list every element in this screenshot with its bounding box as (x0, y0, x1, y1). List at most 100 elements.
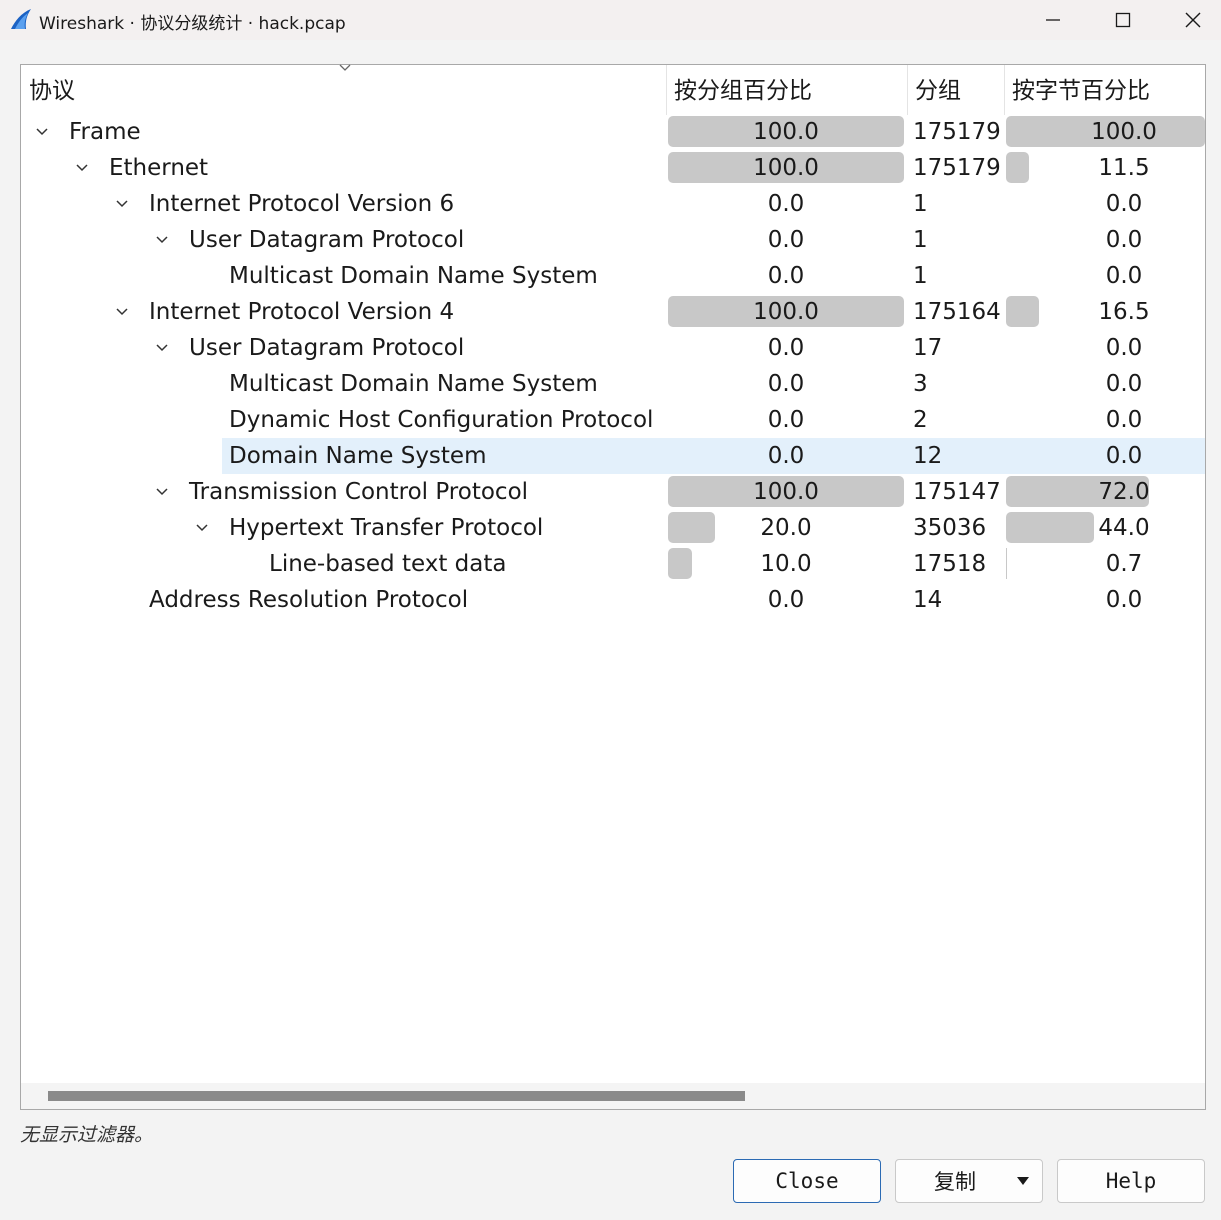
help-button[interactable]: Help (1057, 1159, 1205, 1203)
close-button-label: Close (775, 1169, 839, 1193)
window-title: Wireshark · 协议分级统计 · hack.pcap (39, 14, 346, 34)
chevron-down-icon[interactable] (154, 484, 170, 500)
percent-packets-value: 100.0 (753, 299, 819, 325)
percent-bytes-value: 0.0 (1105, 587, 1143, 613)
percent-packets-value: 20.0 (760, 515, 812, 541)
percent-packets-value: 100.0 (753, 479, 819, 505)
help-button-label: Help (1105, 1169, 1157, 1193)
percent-packets-value: 0.0 (767, 371, 805, 397)
title-bar: Wireshark · 协议分级统计 · hack.pcap (0, 0, 1221, 40)
percent-bytes-value: 0.7 (1105, 551, 1143, 577)
packet-count: 2 (913, 407, 928, 433)
dropdown-caret-icon[interactable] (1016, 1176, 1030, 1186)
percent-bytes-value: 0.0 (1105, 335, 1143, 361)
protocol-name: Dynamic Host Configuration Protocol (229, 407, 654, 433)
percent-packets-value: 0.0 (767, 263, 805, 289)
packet-count: 1 (913, 227, 928, 253)
chevron-down-icon[interactable] (114, 196, 130, 212)
close-window-button[interactable] (1158, 0, 1221, 40)
tree-row[interactable]: Multicast Domain Name System 0.0 3 0.0 (21, 366, 1205, 402)
percent-bytes-value: 72.0 (1098, 479, 1150, 505)
chevron-down-icon[interactable] (154, 340, 170, 356)
percent-bytes-value: 0.0 (1105, 371, 1143, 397)
percent-bytes-value: 11.5 (1098, 155, 1150, 181)
percent-bytes-value: 100.0 (1091, 119, 1157, 145)
tree-row[interactable]: Internet Protocol Version 6 0.0 1 0.0 (21, 186, 1205, 222)
percent-packets-value: 0.0 (767, 227, 805, 253)
percent-bytes-value: 0.0 (1105, 263, 1143, 289)
percent-packets-value: 0.0 (767, 335, 805, 361)
packet-count: 17 (913, 335, 943, 361)
percent-bytes-value: 0.0 (1105, 443, 1143, 469)
tree-row[interactable]: Internet Protocol Version 4 100.0 175164 16… (21, 294, 1205, 330)
percent-packets-value: 10.0 (760, 551, 812, 577)
protocol-name: User Datagram Protocol (189, 335, 465, 361)
protocol-name: Frame (69, 119, 141, 145)
packet-count: 17518 (913, 551, 987, 577)
chevron-down-icon[interactable] (74, 160, 90, 176)
tree-row[interactable]: Address Resolution Protocol 0.0 14 0.0 (21, 582, 1205, 618)
tree-row[interactable]: Line-based text data 10.0 17518 0.7 (21, 546, 1205, 582)
percent-bytes-value: 0.0 (1105, 191, 1143, 217)
column-header-packets[interactable]: 分组 (907, 65, 1005, 115)
maximize-button[interactable] (1088, 0, 1158, 40)
chevron-down-icon[interactable] (34, 124, 50, 140)
packet-count: 175179 (913, 155, 1001, 181)
protocol-name: Line-based text data (269, 551, 507, 577)
protocol-name: Internet Protocol Version 4 (149, 299, 455, 325)
percent-packets-value: 100.0 (753, 119, 819, 145)
packet-count: 14 (913, 587, 943, 613)
column-header-percent-bytes[interactable]: 按字节百分比 (1004, 65, 1204, 115)
copy-button[interactable]: 复制 (895, 1159, 1043, 1203)
protocol-name: Multicast Domain Name System (229, 263, 598, 289)
maximize-icon (1115, 12, 1131, 28)
chevron-down-icon[interactable] (154, 232, 170, 248)
column-header-percent-packets[interactable]: 按分组百分比 (666, 65, 907, 115)
packet-count: 175164 (913, 299, 1001, 325)
percent-packets-value: 100.0 (753, 155, 819, 181)
tree-row[interactable]: Ethernet 100.0 175179 11.5 (21, 150, 1205, 186)
packet-count: 1 (913, 263, 928, 289)
horizontal-scrollbar[interactable] (21, 1083, 1205, 1109)
packet-count: 175147 (913, 479, 1001, 505)
percent-bytes-value: 44.0 (1098, 515, 1150, 541)
tree-row[interactable]: User Datagram Protocol 0.0 17 0.0 (21, 330, 1205, 366)
tree-row[interactable]: Domain Name System 0.0 12 0.0 (21, 438, 1205, 474)
close-icon (1185, 12, 1201, 28)
tree-row[interactable]: Transmission Control Protocol 100.0 175147… (21, 474, 1205, 510)
minimize-button[interactable] (1018, 0, 1088, 40)
chevron-down-icon[interactable] (114, 304, 130, 320)
wireshark-fin-icon (11, 9, 31, 29)
scrollbar-thumb[interactable] (48, 1091, 745, 1101)
packet-count: 1 (913, 191, 928, 217)
copy-button-label: 复制 (934, 1170, 976, 1194)
minimize-icon (1046, 19, 1060, 21)
packet-count: 35036 (913, 515, 987, 541)
display-filter-status: 无显示过滤器。 (20, 1124, 154, 1146)
tree-row[interactable]: Multicast Domain Name System 0.0 1 0.0 (21, 258, 1205, 294)
protocol-name: Internet Protocol Version 6 (149, 191, 455, 217)
percent-packets-value: 0.0 (767, 191, 805, 217)
packet-count: 175179 (913, 119, 1001, 145)
percent-bytes-value: 0.0 (1105, 407, 1143, 433)
percent-packets-value: 0.0 (767, 587, 805, 613)
close-button[interactable]: Close (733, 1159, 881, 1203)
tree-row[interactable]: Dynamic Host Configuration Protocol 0.0 2 0… (21, 402, 1205, 438)
percent-packets-value: 0.0 (767, 407, 805, 433)
tree-row[interactable]: Frame 100.0 175179 100.0 (21, 114, 1205, 150)
protocol-hierarchy-tree[interactable]: 协议 按分组百分比 分组 按字节百分比 Frame 100.0 175179 100.… (20, 64, 1206, 1110)
protocol-name: Hypertext Transfer Protocol (229, 515, 544, 541)
tree-row[interactable]: Hypertext Transfer Protocol 20.0 35036 44.0 (21, 510, 1205, 546)
percent-bytes-value: 0.0 (1105, 227, 1143, 253)
protocol-name: User Datagram Protocol (189, 227, 465, 253)
chevron-down-icon[interactable] (194, 520, 210, 536)
sort-indicator-icon (339, 64, 351, 71)
packet-count: 3 (913, 371, 928, 397)
protocol-name: Multicast Domain Name System (229, 371, 598, 397)
tree-row[interactable]: User Datagram Protocol 0.0 1 0.0 (21, 222, 1205, 258)
percent-bytes-value: 16.5 (1098, 299, 1150, 325)
percent-packets-value: 0.0 (767, 443, 805, 469)
protocol-name: Ethernet (109, 155, 209, 181)
protocol-name: Address Resolution Protocol (149, 587, 469, 613)
protocol-name: Domain Name System (229, 443, 487, 469)
